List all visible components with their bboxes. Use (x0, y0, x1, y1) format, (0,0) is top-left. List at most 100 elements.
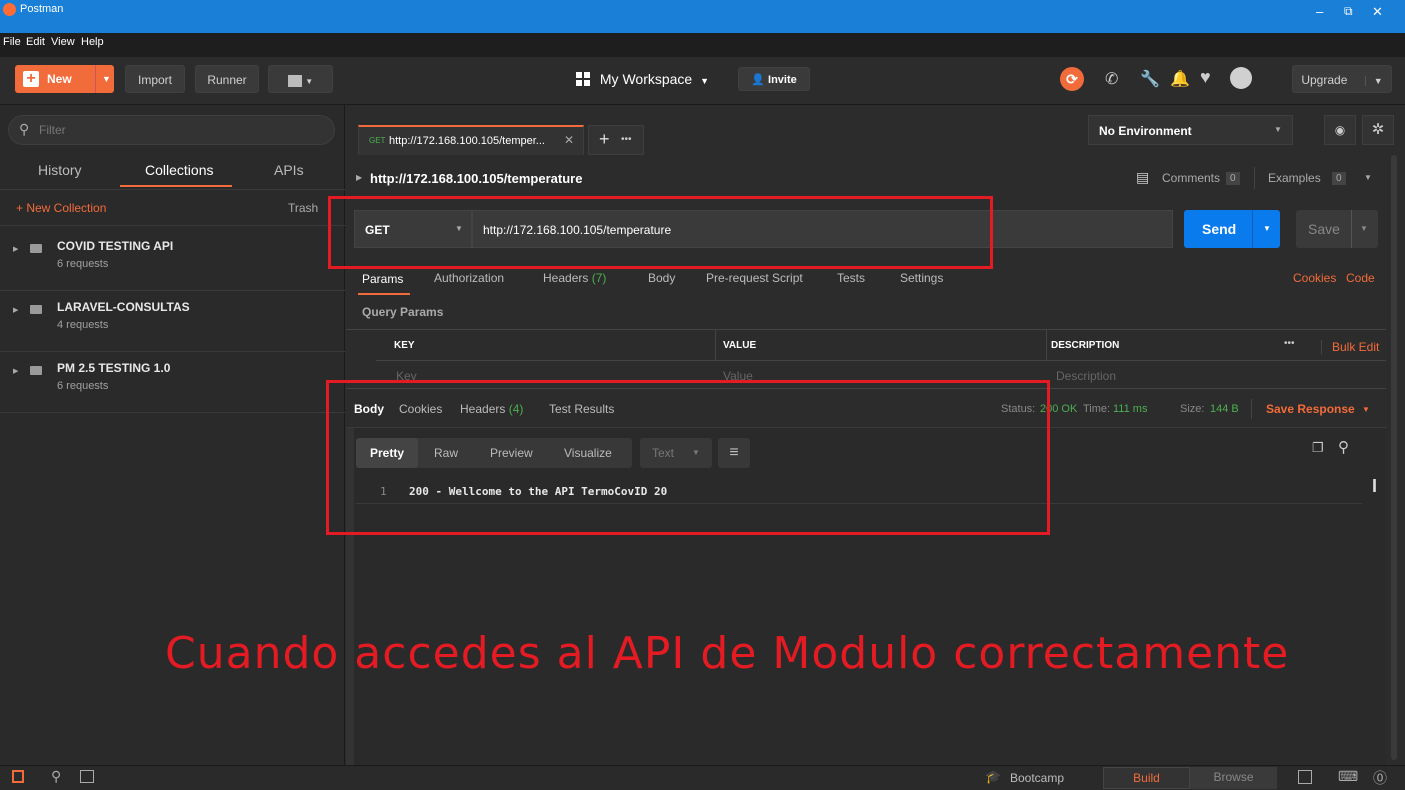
menu-file[interactable]: File (3, 36, 21, 48)
sync-icon[interactable]: ⟳ (1060, 67, 1084, 91)
tab-authorization[interactable]: Authorization (434, 271, 504, 285)
more-tabs-button[interactable]: ••• (621, 134, 632, 145)
divider (0, 189, 345, 190)
save-response-button[interactable]: Save Response (1266, 402, 1355, 416)
chevron-down-icon: ▼ (700, 76, 710, 86)
build-tab[interactable]: Build (1103, 767, 1190, 789)
bootcamp-link[interactable]: Bootcamp (1010, 771, 1064, 785)
import-button[interactable]: Import (125, 65, 185, 93)
browse-tab[interactable]: Browse (1190, 767, 1277, 789)
collection-count: 6 requests (57, 380, 109, 392)
new-collection-button[interactable]: + New Collection (16, 201, 106, 215)
console-icon[interactable] (80, 770, 94, 783)
satellite-icon[interactable]: ✆ (1105, 69, 1118, 89)
list-item[interactable]: ▶ COVID TESTING API 6 requests (0, 231, 345, 291)
tab-tests[interactable]: Tests (837, 271, 865, 285)
folder-icon (30, 366, 42, 375)
environment-label: No Environment (1099, 124, 1192, 138)
heart-icon[interactable]: ♥ (1200, 67, 1211, 88)
save-label: Save (1308, 221, 1340, 237)
window-plus-icon (287, 74, 302, 87)
workspace-selector[interactable]: My Workspace ▼ (576, 71, 709, 87)
request-tab[interactable]: GET http://172.168.100.105/temper... ✕ (358, 125, 584, 155)
sidebar-toggle-icon[interactable] (12, 770, 24, 783)
tab-headers[interactable]: Headers (7) (543, 271, 606, 285)
bell-icon[interactable]: 🔔 (1170, 69, 1190, 89)
more-options-button[interactable]: ••• (1284, 338, 1295, 349)
highlight-response-box (326, 380, 1050, 535)
filter-field[interactable]: ⚲ Filter (8, 115, 335, 145)
postman-logo-icon (3, 3, 16, 16)
folder-icon (30, 305, 42, 314)
grid-icon (576, 72, 590, 86)
tab-body[interactable]: Body (648, 271, 675, 285)
comments-button[interactable]: Comments (1162, 171, 1220, 185)
code-link[interactable]: Code (1346, 271, 1375, 285)
minimize-button[interactable]: – (1316, 4, 1323, 19)
save-button[interactable]: Save ▼ (1296, 210, 1378, 248)
menu-bar: File Edit View Help (0, 33, 1405, 57)
size-label: Size: (1180, 403, 1205, 415)
divider (0, 225, 345, 226)
bulk-edit-link[interactable]: Bulk Edit (1321, 340, 1379, 354)
wrench-icon[interactable]: 🔧 (1140, 69, 1160, 89)
chevron-down-icon[interactable]: ▼ (1351, 210, 1368, 248)
chevron-right-icon: ▶ (356, 173, 363, 182)
headers-count: (7) (591, 271, 607, 285)
upgrade-label: Upgrade (1301, 73, 1348, 87)
copy-icon[interactable]: ❐ (1312, 440, 1324, 456)
tab-collections[interactable]: Collections (145, 162, 213, 178)
menu-view[interactable]: View (51, 36, 75, 48)
two-pane-icon[interactable] (1298, 770, 1312, 784)
highlight-url-box (328, 196, 993, 269)
trash-button[interactable]: Trash (288, 201, 318, 215)
cookies-link[interactable]: Cookies (1293, 271, 1336, 285)
graduation-cap-icon: 🎓 (985, 769, 1002, 784)
runner-button[interactable]: Runner (195, 65, 259, 93)
divider (715, 330, 716, 361)
new-button[interactable]: + New ▼ (15, 65, 114, 93)
active-tab-indicator (358, 293, 410, 295)
gear-icon[interactable]: ✲ (1362, 115, 1394, 145)
help-icon[interactable]: ⓪ (1373, 768, 1387, 788)
chevron-right-icon: ▶ (13, 307, 19, 314)
tab-params[interactable]: Params (362, 272, 403, 286)
query-params-label: Query Params (362, 305, 444, 319)
description-input[interactable]: Description (1056, 369, 1116, 383)
chevron-right-icon: ▶ (13, 368, 19, 375)
folder-icon (30, 244, 42, 253)
chevron-down-icon: ▼ (1362, 405, 1370, 414)
avatar[interactable] (1230, 67, 1252, 89)
tab-method: GET (369, 136, 386, 145)
invite-button[interactable]: 👤 Invite (738, 67, 810, 91)
new-window-button[interactable]: ▼ (268, 65, 333, 93)
tab-history[interactable]: History (38, 162, 82, 178)
collection-name: PM 2.5 TESTING 1.0 (57, 361, 171, 375)
search-icon[interactable]: ⚲ (1338, 438, 1349, 456)
list-item[interactable]: ▶ LARAVEL-CONSULTAS 4 requests (0, 292, 345, 352)
close-window-button[interactable]: ✕ (1372, 4, 1383, 20)
size-value: 144 B (1210, 403, 1239, 415)
keyboard-icon[interactable]: ⌨ (1338, 768, 1358, 785)
eye-icon[interactable]: ◉ (1324, 115, 1356, 145)
upgrade-button[interactable]: Upgrade ▼ (1292, 65, 1392, 93)
divider (1251, 399, 1252, 419)
tab-pre-request-script[interactable]: Pre-request Script (706, 271, 803, 285)
search-icon[interactable]: ⚲ (51, 768, 61, 785)
menu-help[interactable]: Help (81, 36, 104, 48)
active-tab-indicator (120, 185, 232, 187)
params-header-row: KEY VALUE DESCRIPTION ••• Bulk Edit (376, 330, 1386, 361)
examples-button[interactable]: Examples (1268, 171, 1321, 185)
tab-settings[interactable]: Settings (900, 271, 943, 285)
restore-button[interactable]: ⧉ (1344, 4, 1353, 19)
menu-edit[interactable]: Edit (26, 36, 45, 48)
tab-headers-label: Headers (543, 271, 589, 285)
add-tab-button[interactable]: + (599, 129, 610, 150)
list-item[interactable]: ▶ PM 2.5 TESTING 1.0 6 requests (0, 353, 345, 413)
send-button[interactable]: Send ▼ (1184, 210, 1280, 248)
tab-apis[interactable]: APIs (274, 162, 304, 178)
scrollbar[interactable] (1391, 155, 1397, 760)
close-tab-icon[interactable]: ✕ (564, 133, 574, 147)
environment-select[interactable]: No Environment ▼ (1088, 115, 1293, 145)
chevron-down-icon[interactable]: ▼ (1252, 210, 1271, 248)
